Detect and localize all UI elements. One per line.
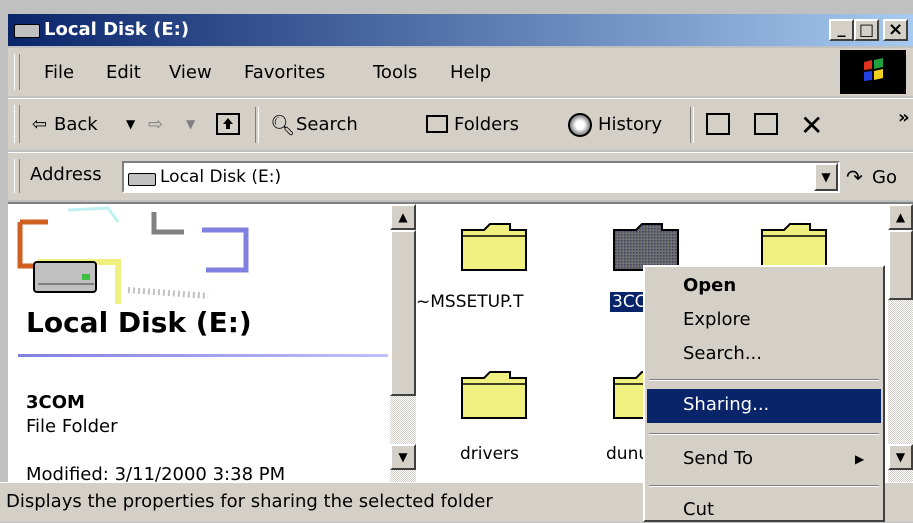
- item-label: ~MSSETUP.T: [416, 292, 524, 312]
- close-button[interactable]: ×: [883, 19, 908, 41]
- minimize-glyph: _: [837, 18, 846, 37]
- address-bar: Address Local Disk (E:) ▼ ↷ Go: [8, 152, 913, 200]
- toolbar-chevron[interactable]: »: [898, 107, 910, 128]
- search-button[interactable]: 🔍︎ Search: [266, 111, 416, 141]
- menu-grip[interactable]: [14, 54, 20, 90]
- back-label: Back: [54, 114, 98, 135]
- menu-separator: [649, 485, 879, 487]
- address-dropdown-button[interactable]: ▼: [814, 163, 838, 191]
- menu-bar: File Edit View Favorites Tools Help: [8, 48, 913, 96]
- menu-file[interactable]: File: [44, 62, 74, 83]
- menu-item-search[interactable]: Search...: [645, 339, 883, 373]
- toolbar-separator: [255, 107, 259, 143]
- up-folder-icon[interactable]: [216, 113, 240, 135]
- address-field[interactable]: Local Disk (E:) ▼: [122, 161, 840, 193]
- folder-icon: [461, 371, 527, 419]
- toolbar-separator-2: [690, 107, 694, 143]
- file-list-scrollbar[interactable]: ▲ ▼: [888, 204, 913, 482]
- scroll-down-button[interactable]: ▼: [888, 444, 913, 470]
- back-button[interactable]: ⇦ Back ▼: [30, 111, 150, 141]
- folders-button[interactable]: Folders: [426, 111, 556, 141]
- standard-toolbar: ⇦ Back ▼ ⇨ ▼ 🔍︎ Search Folders History ✕…: [8, 98, 913, 150]
- scroll-up-button[interactable]: ▲: [888, 204, 913, 230]
- menu-favorites[interactable]: Favorites: [244, 62, 325, 83]
- address-value: Local Disk (E:): [160, 167, 282, 187]
- toolbar-grip[interactable]: [14, 105, 20, 143]
- back-arrow-icon: ⇦: [32, 114, 48, 135]
- scroll-down-button[interactable]: ▼: [390, 444, 416, 470]
- minimize-button[interactable]: _: [829, 19, 854, 41]
- drive-banner-graphic: [17, 206, 249, 304]
- menu-item-sharing[interactable]: Sharing...: [647, 389, 881, 423]
- forward-dropdown-icon[interactable]: ▼: [186, 117, 195, 131]
- history-icon: [568, 113, 592, 137]
- close-glyph: ×: [887, 19, 904, 40]
- list-item[interactable]: drivers: [416, 354, 566, 484]
- go-icon: ↷: [846, 165, 863, 189]
- delete-icon[interactable]: ✕: [800, 109, 823, 142]
- window-title: Local Disk (E:): [44, 19, 190, 40]
- history-button[interactable]: History: [568, 111, 688, 141]
- move-to-icon[interactable]: [706, 113, 730, 135]
- submenu-arrow-icon: ▶: [855, 452, 865, 466]
- menu-edit[interactable]: Edit: [106, 62, 141, 83]
- folder-icon: [461, 223, 527, 271]
- go-label: Go: [872, 167, 897, 188]
- menu-item-send-to[interactable]: Send To ▶: [645, 443, 883, 477]
- modified-text: Modified: 3/11/2000 3:38 PM: [26, 464, 286, 482]
- menu-help[interactable]: Help: [450, 62, 491, 83]
- menu-view[interactable]: View: [169, 62, 212, 83]
- address-label: Address: [30, 164, 102, 185]
- info-pane-scrollbar[interactable]: ▲ ▼: [390, 204, 416, 482]
- copy-to-icon[interactable]: [754, 113, 778, 135]
- maximize-button[interactable]: □: [854, 19, 879, 41]
- forward-arrow-icon: ⇨: [148, 114, 164, 135]
- menu-item-label: Send To: [683, 448, 754, 469]
- go-button[interactable]: ↷ Go: [846, 161, 912, 193]
- menu-item-label: Open: [683, 275, 737, 296]
- drive-title: Local Disk (E:): [26, 306, 252, 339]
- maximize-glyph: □: [858, 20, 875, 39]
- selected-type: File Folder: [26, 416, 118, 437]
- search-label: Search: [296, 114, 358, 135]
- menu-separator: [649, 379, 879, 381]
- folders-label: Folders: [454, 114, 520, 135]
- title-bar[interactable]: Local Disk (E:) _ □ ×: [8, 14, 913, 46]
- drive-icon: [128, 173, 156, 186]
- menu-item-label: Cut: [683, 499, 715, 520]
- drive-title-divider: [18, 354, 388, 357]
- info-pane: Local Disk (E:) 3COM File Folder Modifie…: [8, 204, 390, 482]
- menu-item-label: Sharing...: [683, 394, 770, 415]
- search-icon: 🔍︎: [270, 113, 296, 137]
- address-grip[interactable]: [14, 159, 20, 193]
- menu-item-label: Explore: [683, 309, 751, 330]
- history-label: History: [598, 114, 663, 135]
- back-dropdown-icon[interactable]: ▼: [126, 117, 135, 131]
- menu-item-cut[interactable]: Cut: [645, 493, 883, 523]
- context-menu: Open Explore Search... Sharing... Send T…: [643, 265, 885, 522]
- menu-item-label: Search...: [683, 343, 763, 364]
- drive-icon: [14, 24, 40, 38]
- scroll-thumb[interactable]: [390, 230, 416, 396]
- folders-icon: [426, 115, 448, 133]
- list-item[interactable]: ~MSSETUP.T: [416, 204, 566, 334]
- scroll-up-button[interactable]: ▲: [390, 204, 416, 230]
- menu-tools[interactable]: Tools: [373, 62, 417, 83]
- item-label: drivers: [460, 444, 519, 464]
- menu-separator: [649, 433, 879, 435]
- scroll-thumb[interactable]: [888, 230, 913, 300]
- forward-button[interactable]: ⇨ ▼: [148, 111, 208, 141]
- selected-name: 3COM: [26, 392, 85, 413]
- menu-item-explore[interactable]: Explore: [645, 305, 883, 339]
- menu-item-open[interactable]: Open: [645, 269, 883, 303]
- status-text: Displays the properties for sharing the …: [6, 491, 493, 512]
- windows-logo-icon: [840, 50, 906, 94]
